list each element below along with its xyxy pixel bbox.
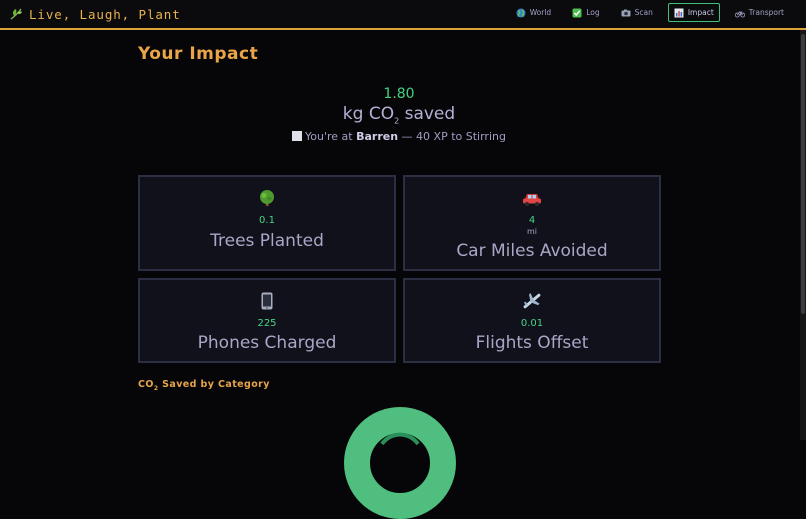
stat-value: 4 <box>528 215 536 226</box>
donut-inner-ring <box>380 432 420 446</box>
co2-saved-value: 1.80 <box>383 86 415 102</box>
co2-label-suffix: saved <box>399 104 456 124</box>
nav-transport-label: Transport <box>748 8 784 17</box>
stat-value: 0.01 <box>520 318 544 329</box>
stat-label: Flights Offset <box>475 333 589 353</box>
leaf-icon <box>10 8 22 20</box>
category-donut-chart <box>344 407 456 519</box>
stat-value: 0.1 <box>259 215 275 226</box>
stat-unit: mi <box>526 227 537 236</box>
phone-icon <box>261 292 273 310</box>
nav-world[interactable]: World <box>510 3 558 22</box>
main-nav: World Log Scan Impact Transport <box>501 3 790 22</box>
camera-icon <box>621 9 631 16</box>
level-status: You're at Barren — 40 XP to Stirring <box>0 130 798 143</box>
stat-label: Trees Planted <box>210 231 324 251</box>
co2-saved-label: kg CO2 saved <box>0 104 798 125</box>
car-icon <box>523 194 541 206</box>
top-navbar: Live, Laugh, Plant World Log Scan Impact… <box>0 0 806 30</box>
category-section-title: CO2 Saved by Category <box>138 379 270 392</box>
page-title: Your Impact <box>138 44 259 64</box>
airplane-icon <box>523 293 541 309</box>
stat-card-car-miles: 4 mi Car Miles Avoided <box>403 175 661 271</box>
level-badge-icon <box>292 131 303 141</box>
bike-icon <box>734 10 745 17</box>
nav-impact[interactable]: Impact <box>667 3 720 22</box>
globe-icon <box>516 8 526 17</box>
nav-transport[interactable]: Transport <box>729 3 790 22</box>
scrollbar-thumb[interactable] <box>801 34 805 314</box>
nav-log-label: Log <box>586 8 600 17</box>
nav-impact-label: Impact <box>687 8 714 17</box>
stat-label: Phones Charged <box>197 333 337 353</box>
stat-card-phones: 225 Phones Charged <box>138 278 396 363</box>
stat-card-flights: 0.01 Flights Offset <box>403 278 661 363</box>
stat-card-trees: 0.1 Trees Planted <box>138 175 396 271</box>
scrollbar[interactable] <box>800 30 806 440</box>
category-title-suffix: Saved by Category <box>158 379 270 390</box>
chart-icon <box>674 8 684 17</box>
stat-value: 225 <box>257 318 277 329</box>
level-progress-text: — 40 XP to Stirring <box>398 130 506 143</box>
checkbox-icon <box>572 8 582 17</box>
co2-label-prefix: kg CO <box>342 104 395 124</box>
stat-label: Car Miles Avoided <box>456 241 608 261</box>
nav-world-label: World <box>529 8 552 17</box>
nav-scan-label: Scan <box>634 8 653 17</box>
nav-log[interactable]: Log <box>566 3 605 22</box>
nav-scan[interactable]: Scan <box>615 3 659 22</box>
category-title-prefix: CO <box>138 379 154 390</box>
brand-name: Live, Laugh, Plant <box>29 6 181 22</box>
level-name: Barren <box>356 130 399 143</box>
level-prefix: You're at <box>305 130 357 143</box>
brand-logo-link[interactable]: Live, Laugh, Plant <box>9 6 181 22</box>
tree-icon <box>260 190 274 206</box>
